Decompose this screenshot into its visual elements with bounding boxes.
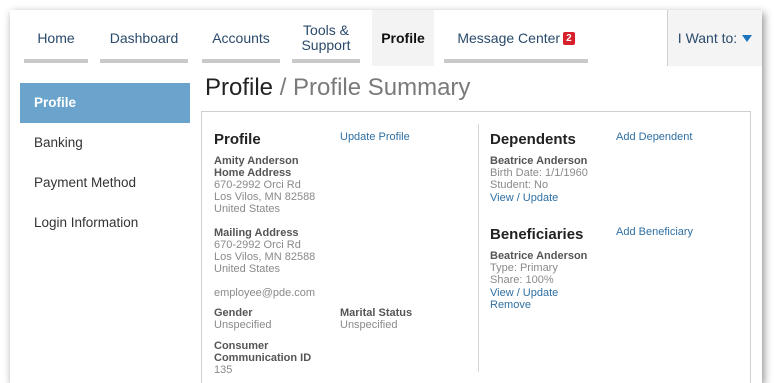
add-dependent-link[interactable]: Add Dependent <box>616 131 692 143</box>
caret-down-icon <box>742 34 753 42</box>
nav-message-label: Message Center <box>457 29 561 46</box>
beneficiaries-heading: Beneficiaries <box>490 226 584 243</box>
dependents-heading: Dependents <box>490 131 576 148</box>
profile-summary-panel: Profile Update Profile Amity Anderson Ho… <box>201 111 751 383</box>
home-address-label: Home Address <box>214 167 292 179</box>
nav-home[interactable]: Home <box>20 10 92 66</box>
nav-tools-label: Tools & Support <box>301 22 351 53</box>
i-want-to-dropdown[interactable]: I Want to: <box>667 10 762 66</box>
beneficiary-share: Share: 100% <box>490 274 554 286</box>
marital-status-value: Unspecified <box>340 319 398 331</box>
marital-status-label: Marital Status <box>340 307 413 319</box>
nav-dashboard-label: Dashboard <box>109 29 179 46</box>
mailing-address-line2: Los Vilos, MN 82588 <box>214 251 316 263</box>
sidebar-item-profile[interactable]: Profile <box>20 83 190 123</box>
dependent-birth-date: Birth Date: 1/1/1960 <box>490 167 588 179</box>
i-want-to-label: I Want to: <box>677 30 738 46</box>
sidebar: Profile Banking Payment Method Login Inf… <box>20 83 190 243</box>
top-nav: Home Dashboard Accounts Tools & Support … <box>10 10 762 66</box>
page-title: Profile / Profile Summary <box>205 74 470 102</box>
comm-id-value: 135 <box>214 364 233 376</box>
nav-accounts-label: Accounts <box>212 29 270 46</box>
sidebar-item-banking[interactable]: Banking <box>20 123 190 163</box>
beneficiary-name: Beatrice Anderson <box>490 250 588 262</box>
sidebar-item-login-information[interactable]: Login Information <box>20 203 190 243</box>
beneficiary-view-update-link[interactable]: View / Update <box>490 287 558 299</box>
nav-home-label: Home <box>37 29 75 46</box>
nav-profile-label: Profile <box>381 29 425 46</box>
mailing-address-line3: United States <box>214 263 281 275</box>
page-title-separator: / <box>273 74 294 101</box>
dependent-view-update-link[interactable]: View / Update <box>490 192 558 204</box>
add-beneficiary-link[interactable]: Add Beneficiary <box>616 226 693 238</box>
update-profile-link[interactable]: Update Profile <box>340 131 410 143</box>
beneficiary-remove-link[interactable]: Remove <box>490 299 531 311</box>
page-title-main: Profile <box>205 74 274 101</box>
nav-accounts[interactable]: Accounts <box>198 10 284 66</box>
nav-message-center[interactable]: Message Center 2 <box>440 10 592 66</box>
dependent-name: Beatrice Anderson <box>490 155 588 167</box>
home-address-line3: United States <box>214 203 281 215</box>
app-frame: Home Dashboard Accounts Tools & Support … <box>10 10 762 383</box>
profile-name: Amity Anderson <box>214 155 299 167</box>
column-divider <box>478 124 479 372</box>
nav-tools-support[interactable]: Tools & Support <box>288 10 364 66</box>
mailing-address-line1: 670-2992 Orci Rd <box>214 239 301 251</box>
email-value: employee@pde.com <box>214 287 316 299</box>
gender-value: Unspecified <box>214 319 272 331</box>
mailing-address-label: Mailing Address <box>214 227 299 239</box>
nav-dashboard[interactable]: Dashboard <box>96 10 192 66</box>
profile-heading: Profile <box>214 131 261 148</box>
comm-id-label-2: Communication ID <box>214 352 312 364</box>
home-address-line1: 670-2992 Orci Rd <box>214 179 301 191</box>
sidebar-item-payment-method[interactable]: Payment Method <box>20 163 190 203</box>
beneficiary-type: Type: Primary <box>490 262 558 274</box>
message-count-badge: 2 <box>563 31 575 45</box>
home-address-line2: Los Vilos, MN 82588 <box>214 191 316 203</box>
nav-profile[interactable]: Profile <box>372 10 434 66</box>
comm-id-label-1: Consumer <box>214 340 269 352</box>
dependent-student: Student: No <box>490 179 549 191</box>
gender-label: Gender <box>214 307 253 319</box>
page-subtitle: Profile Summary <box>293 74 471 101</box>
